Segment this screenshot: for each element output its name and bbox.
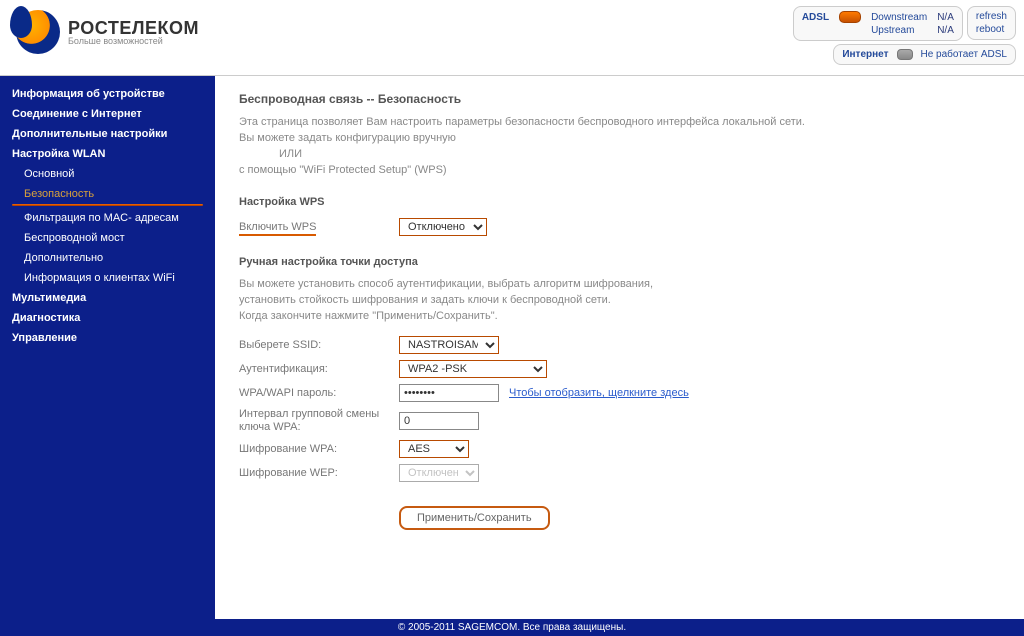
nav-wlan-extra[interactable]: Дополнительно (0, 248, 215, 268)
manual-text-3: Когда закончите нажмите "Применить/Сохра… (239, 310, 1000, 322)
brand-tagline: Больше возможностей (68, 37, 199, 46)
downstream-label: Downstream (871, 12, 927, 23)
nav-mac-filter[interactable]: Фильтрация по MAC- адресам (0, 208, 215, 228)
action-box: refresh reboot (967, 6, 1016, 40)
nav-multimedia[interactable]: Мультимедиа (0, 288, 215, 308)
apply-save-button[interactable]: Применить/Сохранить (399, 506, 550, 530)
internet-status: Интернет Не работает ADSL (833, 44, 1016, 65)
auth-select[interactable]: WPA2 -PSK (399, 360, 547, 378)
downstream-value: N/A (937, 12, 954, 23)
nav-management[interactable]: Управление (0, 328, 215, 348)
internet-value: Не работает ADSL (921, 49, 1008, 60)
refresh-link[interactable]: refresh (976, 11, 1007, 22)
nav-diagnostics[interactable]: Диагностика (0, 308, 215, 328)
manual-text-1: Вы можете установить способ аутентификац… (239, 278, 1000, 290)
nav-internet-connection[interactable]: Соединение с Интернет (0, 104, 215, 124)
nav-advanced-settings[interactable]: Дополнительные настройки (0, 124, 215, 144)
footer: © 2005-2011 SAGEMCOM. Все права защищены… (0, 619, 1024, 636)
adsl-indicator-icon (839, 11, 861, 23)
intro-text-1: Эта страница позволяет Вам настроить пар… (239, 116, 1000, 128)
wps-enable-select[interactable]: Отключено (399, 218, 487, 236)
nav-wifi-clients[interactable]: Информация о клиентах WiFi (0, 268, 215, 288)
logo-icon (16, 10, 60, 54)
upstream-label: Upstream (871, 25, 927, 36)
internet-indicator-icon (897, 49, 913, 60)
intro-text-2: Вы можете задать конфигурацию вручную (239, 132, 1000, 144)
manual-text-2: установить стойкость шифрования и задать… (239, 294, 1000, 306)
page-title: Беспроводная связь -- Безопасность (239, 92, 1000, 106)
status-area: ADSL Downstream N/A Upstream N/A refresh… (793, 6, 1016, 41)
show-password-link[interactable]: Чтобы отобразить, щелкните здесь (509, 387, 689, 399)
upstream-value: N/A (937, 25, 954, 36)
brand-logo: РОСТЕЛЕКОМ Больше возможностей (16, 10, 199, 54)
nav-device-info[interactable]: Информация об устройстве (0, 84, 215, 104)
auth-label: Аутентификация: (239, 363, 399, 375)
interval-input[interactable] (399, 412, 479, 430)
nav-highlight-underline (12, 204, 203, 206)
intro-text-3: ИЛИ (239, 148, 1000, 160)
nav-wlan-security[interactable]: Безопасность (0, 184, 215, 204)
nav-wlan-main[interactable]: Основной (0, 164, 215, 184)
internet-label: Интернет (842, 49, 888, 60)
nav-wlan-setup[interactable]: Настройка WLAN (0, 144, 215, 164)
content: Беспроводная связь -- Безопасность Эта с… (215, 76, 1024, 619)
sidebar: Информация об устройстве Соединение с Ин… (0, 76, 215, 619)
password-label: WPA/WAPI пароль: (239, 387, 399, 399)
nav-wireless-bridge[interactable]: Беспроводной мост (0, 228, 215, 248)
interval-label: Интервал групповой смены ключа WPA: (239, 408, 399, 434)
wps-enable-label: Включить WPS (239, 221, 399, 233)
ssid-label: Выберете SSID: (239, 339, 399, 351)
wpa-encryption-select[interactable]: AES (399, 440, 469, 458)
manual-heading: Ручная настройка точки доступа (239, 256, 1000, 268)
adsl-status: ADSL Downstream N/A Upstream N/A (793, 6, 963, 41)
password-input[interactable] (399, 384, 499, 402)
wpa-encryption-label: Шифрование WPA: (239, 443, 399, 455)
reboot-link[interactable]: reboot (976, 24, 1007, 35)
adsl-label: ADSL (802, 12, 829, 23)
header: РОСТЕЛЕКОМ Больше возможностей ADSL Down… (0, 0, 1024, 76)
ssid-select[interactable]: NASTROISAM.RU (399, 336, 499, 354)
intro-text-4: с помощью "WiFi Protected Setup" (WPS) (239, 164, 1000, 176)
brand-name: РОСТЕЛЕКОМ (68, 19, 199, 37)
wep-encryption-select: Отключено (399, 464, 479, 482)
wps-heading: Настройка WPS (239, 196, 1000, 208)
wep-encryption-label: Шифрование WEP: (239, 467, 399, 479)
